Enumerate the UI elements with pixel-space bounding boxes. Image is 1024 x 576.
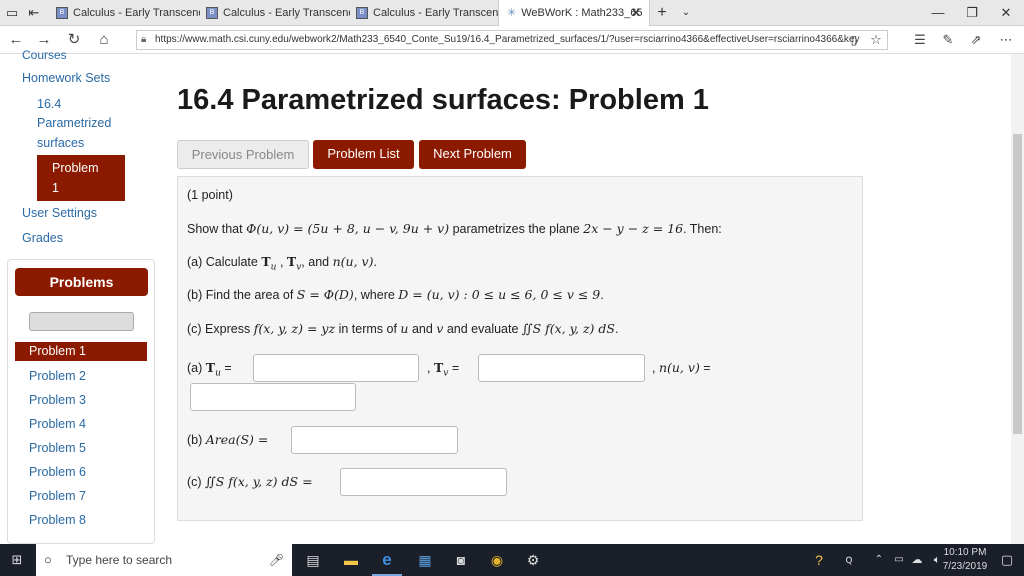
- site-icon: B: [356, 7, 368, 20]
- address-bar-row: ← → ↻ ⌂ 🔒︎ https://www.math.csi.cuny.edu…: [0, 26, 1024, 54]
- people-icon[interactable]: ꞯ: [834, 544, 864, 576]
- url-field[interactable]: 🔒︎ https://www.math.csi.cuny.edu/webwork…: [136, 30, 888, 50]
- answer-b-label: (b) Area(S) =: [187, 432, 269, 447]
- taskbar-search-box[interactable]: ○ Type here to search 🎤︎: [36, 544, 292, 576]
- tab-actions-icon[interactable]: ▭: [2, 0, 22, 26]
- n-answer-input[interactable]: [190, 383, 356, 411]
- problem-list-button[interactable]: Problem List: [313, 140, 414, 169]
- points-label: (1 point): [187, 188, 233, 202]
- integral-answer-input[interactable]: [340, 468, 507, 496]
- area-answer-input[interactable]: [291, 426, 458, 454]
- part-b-text: (b) Find the area of S = Φ(D), where D =…: [187, 287, 604, 302]
- answer-a-label: (a) Tu =: [187, 360, 232, 379]
- close-tab-icon[interactable]: ✕: [626, 0, 646, 26]
- problem-item-8[interactable]: Problem 8: [15, 512, 147, 528]
- problem-item-7[interactable]: Problem 7: [15, 488, 147, 504]
- favorite-star-icon[interactable]: ☆: [864, 26, 888, 54]
- tab-1[interactable]: BCalculus - Early Transcender: [50, 0, 200, 26]
- chevron-down-icon[interactable]: ⌄: [676, 0, 696, 26]
- site-icon: B: [56, 7, 68, 20]
- n-label: , n(u, v) =: [652, 360, 711, 375]
- sidebar-set-line2[interactable]: Parametrized: [37, 116, 111, 130]
- plane-equation: 2x − y − z = 16: [583, 221, 684, 236]
- file-explorer-icon[interactable]: ▬: [336, 544, 366, 576]
- favorites-hub-icon[interactable]: ☰: [908, 26, 932, 54]
- microphone-icon[interactable]: 🎤︎: [269, 544, 284, 576]
- sidebar-courses-link[interactable]: Courses: [22, 48, 67, 62]
- problem-item-5[interactable]: Problem 5: [15, 440, 147, 456]
- clock-time[interactable]: 10:10 PM: [940, 547, 990, 558]
- minimize-icon[interactable]: —: [926, 0, 950, 26]
- next-problem-button[interactable]: Next Problem: [419, 140, 526, 169]
- tv-answer-input[interactable]: [478, 354, 645, 382]
- problems-header: Problems: [15, 268, 148, 296]
- more-menu-icon[interactable]: ⋯: [994, 26, 1018, 54]
- sidebar-current-problem[interactable]: Problem 1: [37, 155, 125, 201]
- sidebar: Courses Homework Sets 16.4 Parametrized …: [0, 48, 160, 544]
- reading-view-icon[interactable]: ▯: [842, 26, 866, 54]
- task-view-icon[interactable]: ▤: [298, 544, 328, 576]
- sidebar-homework-sets[interactable]: Homework Sets: [22, 71, 110, 85]
- help-icon[interactable]: ?: [804, 544, 834, 576]
- sidebar-set-line3[interactable]: surfaces: [37, 136, 84, 150]
- set-aside-tabs-icon[interactable]: ⇤: [24, 0, 44, 26]
- tab-3[interactable]: BCalculus - Early Transcender: [350, 0, 498, 26]
- tu-answer-input[interactable]: [253, 354, 419, 382]
- browser-tab-bar: ▭ ⇤ BCalculus - Early Transcender BCalcu…: [0, 0, 1024, 26]
- problem-item-3[interactable]: Problem 3: [15, 392, 147, 408]
- problem-box: (1 point) Show that Φ(u, v) = (5u + 8, u…: [177, 176, 863, 521]
- home-icon[interactable]: ⌂: [92, 26, 116, 54]
- notifications-icon[interactable]: ▢: [992, 544, 1022, 576]
- site-icon: B: [206, 7, 218, 20]
- part-c-text: (c) Express f(x, y, z) = yz in terms of …: [187, 321, 619, 336]
- problem-statement: Show that Φ(u, v) = (5u + 8, u − v, 9u +…: [187, 221, 722, 236]
- camera-icon[interactable]: ◙: [446, 544, 476, 576]
- settings-gear-icon[interactable]: ⚙: [518, 544, 548, 576]
- previous-problem-button[interactable]: Previous Problem: [177, 140, 309, 169]
- restore-icon[interactable]: ❐: [960, 0, 984, 26]
- close-window-icon[interactable]: ✕: [994, 0, 1018, 26]
- answer-c-label: (c) ∬S f(x, y, z) dS =: [187, 474, 313, 489]
- edge-icon[interactable]: e: [372, 544, 402, 576]
- page-scrollbar[interactable]: [1011, 54, 1024, 544]
- page-title: 16.4 Parametrized surfaces: Problem 1: [177, 84, 709, 116]
- tv-label: , Tv =: [427, 360, 460, 379]
- clock-date[interactable]: 7/23/2019: [940, 561, 990, 572]
- phi-definition: Φ(u, v) = (5u + 8, u − v, 9u + v): [246, 221, 450, 236]
- windows-taskbar: ⊞ ○ Type here to search 🎤︎ ▤ ▬ e ▦ ◙ ◉ ⚙…: [0, 544, 1024, 576]
- new-tab-icon[interactable]: +: [652, 0, 672, 26]
- problem-item-6[interactable]: Problem 6: [15, 464, 147, 480]
- sidebar-grades[interactable]: Grades: [22, 231, 63, 245]
- problem-item-1[interactable]: Problem 1: [15, 342, 147, 361]
- webwork-icon: ✳: [507, 7, 517, 19]
- lock-icon: 🔒︎: [141, 34, 147, 45]
- part-a-text: (a) Calculate Tu , Tv, and n(u, v).: [187, 254, 377, 273]
- problem-item-2[interactable]: Problem 2: [15, 368, 147, 384]
- share-icon[interactable]: ⇗: [964, 26, 988, 54]
- store-icon[interactable]: ▦: [410, 544, 440, 576]
- problem-item-4[interactable]: Problem 4: [15, 416, 147, 432]
- search-circle-icon: ○: [44, 552, 52, 567]
- sidebar-user-settings[interactable]: User Settings: [22, 206, 97, 220]
- tab-2[interactable]: BCalculus - Early Transcender: [200, 0, 350, 26]
- scrollbar-thumb[interactable]: [1013, 134, 1022, 434]
- windows-start-icon[interactable]: ⊞: [2, 544, 32, 576]
- problems-progress-bar: [29, 312, 134, 331]
- chrome-icon[interactable]: ◉: [482, 544, 512, 576]
- sidebar-set-line1[interactable]: 16.4: [37, 97, 61, 111]
- pen-notes-icon[interactable]: ✎: [936, 26, 960, 54]
